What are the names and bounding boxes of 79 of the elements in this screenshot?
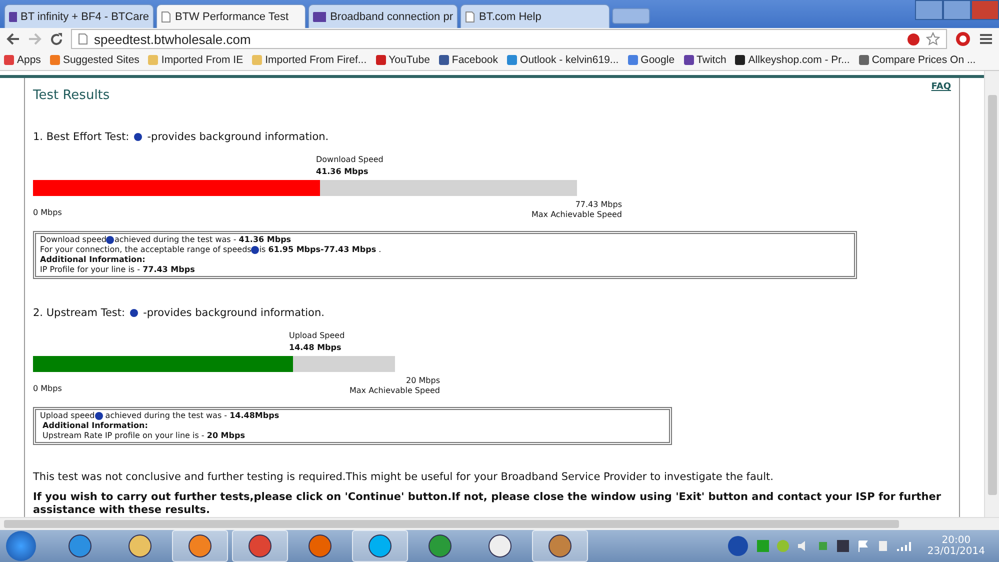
app-icon — [68, 534, 92, 558]
bookmark[interactable]: Suggested Sites — [50, 54, 140, 66]
minimize-button[interactable] — [915, 0, 943, 20]
app-icon — [308, 534, 332, 558]
meter-value: 14.48 Mbps — [289, 343, 342, 352]
section-hint: -provides background information. — [147, 131, 329, 143]
info-text: achieved during the test was - 41.36 Mbps — [114, 235, 292, 245]
bookmark[interactable]: Facebook — [438, 54, 498, 66]
bookmark[interactable]: Apps — [4, 54, 41, 66]
address-field[interactable]: speedtest.btwholesale.com — [71, 29, 947, 49]
bookmark[interactable]: Outlook - kelvin619... — [507, 54, 619, 66]
instruction-text: If you wish to carry out further tests,please click on 'Continue' button.If not, please close the window using 'Exit' button and contact your ISP for further assistance with these results. — [33, 491, 942, 517]
scrollbar-thumb[interactable] — [988, 95, 996, 495]
page-icon — [78, 33, 88, 45]
scale-max: 20 Mbps — [406, 376, 440, 385]
bookmark[interactable]: Compare Prices On ... — [858, 54, 976, 66]
bookmark[interactable]: Google — [628, 54, 675, 66]
result-note: This test was not conclusive and further testing is required.This might be useful for your Broadband Service Provider to investigate the fault. — [33, 471, 774, 483]
taskbar-app[interactable] — [352, 530, 408, 562]
app-icon — [188, 534, 212, 558]
meter-label: Upload Speed — [289, 331, 345, 340]
scale-caption: Max Achievable Speed — [531, 210, 622, 219]
back-icon[interactable] — [6, 33, 20, 45]
taskbar-app[interactable] — [172, 530, 228, 562]
info-text: Upstream Rate IP profile on your line is - 20 Mbps — [42, 431, 245, 441]
bookmark[interactable]: YouTube — [376, 54, 430, 66]
scale-min: 0 Mbps — [33, 208, 62, 219]
browser-tab[interactable]: BT.com Help — [460, 4, 610, 28]
browser-tab[interactable]: BT infinity + BF4 - BTCare — [4, 4, 154, 28]
reload-icon[interactable] — [50, 32, 63, 46]
info-text: Upload speed — [40, 411, 95, 421]
scale-max: 77.43 Mbps — [575, 200, 622, 209]
vertical-scrollbar[interactable] — [984, 71, 999, 517]
info-icon[interactable] — [727, 535, 750, 557]
star-icon[interactable] — [926, 32, 940, 46]
info-text: IP Profile for your line is - 77.43 Mbps — [40, 265, 195, 275]
meter-label: Download Speed — [316, 155, 384, 164]
help-icon[interactable] — [94, 412, 103, 420]
menu-icon[interactable] — [979, 33, 993, 45]
bookmark[interactable]: Allkeyshop.com - Pr... — [735, 54, 850, 66]
taskbar-app[interactable] — [532, 530, 588, 562]
faq-link[interactable]: FAQ — [931, 82, 951, 92]
signal-icon[interactable] — [897, 541, 912, 551]
info-text: For your connection, the acceptable range of speeds — [40, 245, 252, 255]
help-icon[interactable] — [106, 236, 114, 244]
info-text: is 61.95 Mbps-77.43 Mbps . — [259, 245, 382, 255]
scrollbar-thumb[interactable] — [4, 520, 899, 528]
section-heading: 2. Upstream Test: — [33, 307, 126, 319]
meter-value: 41.36 Mbps — [316, 167, 368, 176]
help-icon[interactable] — [251, 246, 260, 254]
bookmark[interactable]: Twitch — [684, 54, 726, 66]
app-icon — [368, 534, 392, 558]
maximize-button[interactable] — [943, 0, 971, 20]
scale-min: 0 Mbps — [33, 384, 62, 395]
app-icon — [248, 534, 272, 558]
stop-sign-icon[interactable] — [907, 32, 920, 46]
flag-icon[interactable] — [857, 540, 870, 552]
page-title: Test Results — [33, 88, 110, 103]
bookmark[interactable]: Imported From Firef... — [252, 54, 367, 66]
app-icon — [128, 534, 152, 558]
info-text: achieved during the test was - 14.48Mbps — [104, 411, 280, 421]
browser-tab[interactable]: Broadband connection pr — [308, 4, 458, 28]
scale-caption: Max Achievable Speed — [349, 386, 440, 395]
info-text: Additional Information: — [40, 255, 146, 265]
bookmark[interactable]: Imported From IE — [148, 54, 244, 66]
taskbar-app[interactable] — [232, 530, 288, 562]
app-icon — [548, 534, 572, 558]
start-button[interactable] — [6, 531, 36, 561]
app-icon — [488, 534, 512, 558]
section-hint: -provides background information. — [143, 307, 324, 319]
app-icon — [428, 534, 452, 558]
horizontal-scrollbar[interactable] — [0, 517, 999, 530]
extension-icon[interactable] — [955, 31, 971, 47]
help-icon[interactable] — [130, 309, 138, 317]
section-heading: 1. Best Effort Test: — [33, 131, 130, 143]
help-icon[interactable] — [134, 133, 142, 141]
browser-tab[interactable]: BTW Performance Test — [156, 4, 306, 28]
info-text: Download speed — [40, 235, 106, 245]
info-text: Additional Information: — [42, 421, 148, 431]
